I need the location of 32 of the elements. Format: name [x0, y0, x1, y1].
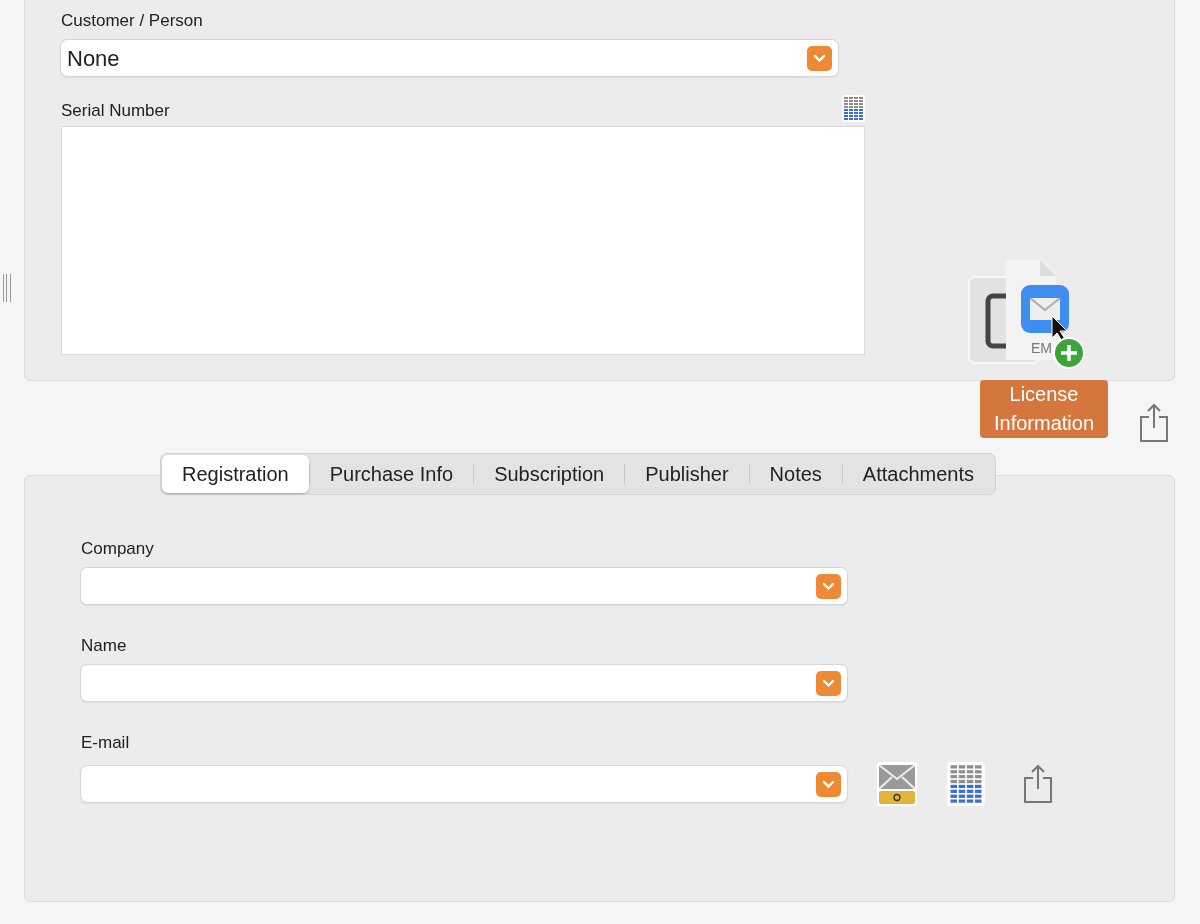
field-label: Customer / Person: [61, 10, 204, 32]
dropdown-field[interactable]: [81, 665, 847, 701]
tab[interactable]: Purchase Info: [309, 455, 474, 493]
serial-number-field[interactable]: [61, 126, 865, 355]
field-label: Serial Number: [61, 100, 170, 122]
dropdown-chevron-button[interactable]: [807, 45, 832, 71]
tab[interactable]: Subscription: [474, 455, 625, 493]
chevron-down-icon: [822, 581, 835, 591]
share-icon[interactable]: [1139, 403, 1169, 443]
email-icon[interactable]: [877, 762, 917, 806]
chevron-down-icon: [822, 779, 835, 789]
chevron-down-icon: [822, 678, 835, 688]
tab[interactable]: Publisher: [625, 455, 749, 493]
field-label: Company: [81, 538, 155, 560]
table-grid-icon[interactable]: [842, 95, 865, 122]
chevron-down-icon: [813, 53, 826, 63]
tab[interactable]: Registration: [162, 455, 309, 493]
dropdown-chevron-button[interactable]: [816, 771, 841, 797]
tab[interactable]: Notes: [749, 455, 842, 493]
file-name-label: EM: [1031, 340, 1052, 356]
dropdown-field[interactable]: [81, 568, 847, 604]
share-icon[interactable]: [1023, 764, 1053, 804]
drag-label: License Information: [980, 380, 1108, 438]
field-label: Name: [81, 635, 128, 657]
customer-dropdown[interactable]: None: [61, 40, 838, 76]
field-label: E-mail: [81, 732, 131, 754]
dropdown-value: None: [67, 44, 120, 73]
table-grid-icon[interactable]: [947, 762, 985, 806]
dropdown-chevron-button[interactable]: [816, 573, 841, 599]
dropdown-field[interactable]: [81, 766, 847, 802]
dropdown-chevron-button[interactable]: [816, 670, 841, 696]
tab[interactable]: Attachments: [842, 455, 994, 493]
